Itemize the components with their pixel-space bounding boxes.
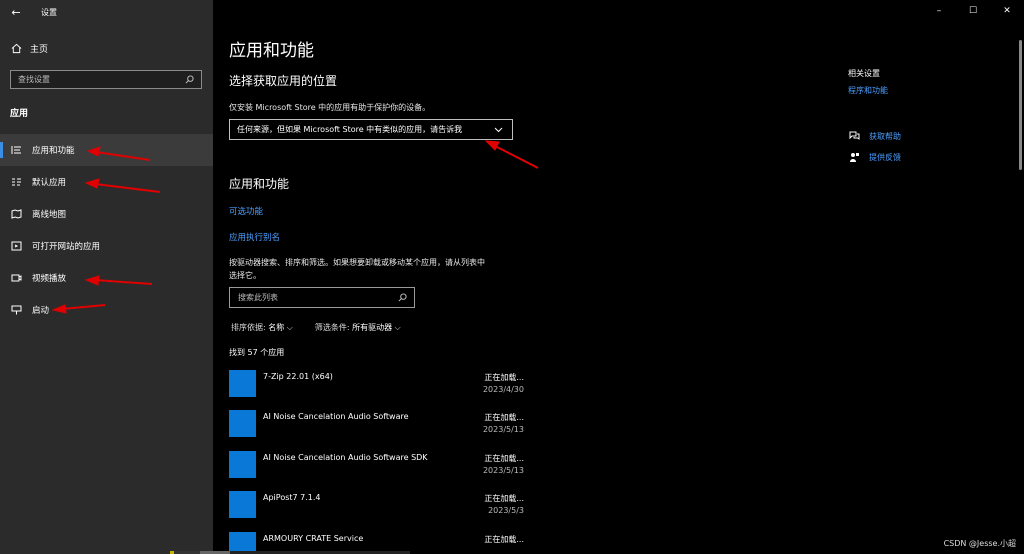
sidebar-item-startup[interactable]: 启动 <box>0 294 213 326</box>
app-install-date: 2023/5/3 <box>488 506 524 515</box>
app-source-dropdown[interactable]: 任何来源，但如果 Microsoft Store 中有类似的应用，请告诉我 <box>229 119 513 140</box>
offline-maps-icon <box>10 208 22 220</box>
sidebar-item-label: 离线地图 <box>32 210 67 220</box>
apps-description-line1: 按驱动器搜索、排序和筛选。如果想要卸载或移动某个应用，请从列表中 <box>229 258 485 267</box>
chevron-down-icon: ⌵ <box>286 323 293 332</box>
get-help-link[interactable]: 获取帮助 <box>848 130 901 142</box>
source-section-heading: 选择获取应用的位置 <box>229 74 338 88</box>
back-arrow-icon[interactable]: ← <box>0 0 32 24</box>
sidebar-section-label: 应用 <box>10 109 29 119</box>
app-tile-icon <box>229 370 256 397</box>
sort-dropdown[interactable]: 排序依据: 名称 ⌵ <box>231 322 293 333</box>
sidebar-item-offline-maps[interactable]: 离线地图 <box>0 198 213 230</box>
filter-value: 所有驱动器 <box>352 323 393 332</box>
app-status: 正在加载... <box>484 454 524 463</box>
app-list-item[interactable]: AI Noise Cancelation Audio Software 正在加载… <box>229 410 524 450</box>
sort-label: 排序依据: <box>231 323 266 332</box>
maximize-button[interactable]: ☐ <box>956 0 990 22</box>
app-list-item[interactable]: AI Noise Cancelation Audio Software SDK … <box>229 451 524 491</box>
optional-features-link[interactable]: 可选功能 <box>229 205 263 217</box>
app-install-date: 2023/5/13 <box>482 425 524 434</box>
list-filters: 排序依据: 名称 ⌵ 筛选条件: 所有驱动器 ⌵ <box>231 322 401 333</box>
app-list-search-input[interactable] <box>238 293 388 302</box>
app-execution-aliases-link[interactable]: 应用执行别名 <box>229 231 280 243</box>
app-install-date: 2023/5/13 <box>482 466 524 475</box>
give-feedback-link[interactable]: 提供反馈 <box>848 151 901 163</box>
minimize-button[interactable]: – <box>922 0 956 22</box>
related-settings-title: 相关设置 <box>848 69 880 78</box>
found-count: 找到 57 个应用 <box>229 348 285 357</box>
watermark: CSDN @Jesse.小超 <box>943 539 1016 548</box>
sidebar: ← 设置 主页 应用 应用和功能 默认应用 <box>0 0 213 554</box>
sidebar-nav: 应用和功能 默认应用 离线地图 可打开网站的应用 视频播放 启动 <box>0 134 213 326</box>
chevron-down-icon: ⌵ <box>394 323 401 332</box>
search-icon[interactable] <box>396 292 408 304</box>
app-status: 正在加载... <box>484 413 524 422</box>
chat-bubble-icon <box>848 130 860 142</box>
apps-section-description: 按驱动器搜索、排序和筛选。如果想要卸载或移动某个应用，请从列表中 选择它。 <box>229 256 485 282</box>
app-status: 正在加载... <box>484 494 524 503</box>
vertical-scrollbar[interactable] <box>1019 40 1022 170</box>
app-status: 正在加载... <box>484 535 524 544</box>
search-icon[interactable] <box>183 74 195 86</box>
home-label: 主页 <box>30 45 49 55</box>
app-status: 正在加载... <box>484 373 524 382</box>
filter-dropdown[interactable]: 筛选条件: 所有驱动器 ⌵ <box>315 322 401 333</box>
app-source-dropdown-value: 任何来源，但如果 Microsoft Store 中有类似的应用，请告诉我 <box>237 125 463 134</box>
app-install-date: 2023/4/30 <box>482 385 524 394</box>
apps-for-websites-icon <box>10 240 22 252</box>
settings-search-input[interactable] <box>18 75 178 84</box>
apps-description-line2: 选择它。 <box>229 271 261 280</box>
title-bar: ← 设置 <box>0 0 213 24</box>
settings-search-box[interactable] <box>10 70 202 89</box>
app-tile-icon <box>229 491 256 518</box>
feedback-person-icon <box>848 151 860 163</box>
main-content: – ☐ ✕ 应用和功能 选择获取应用的位置 仅安装 Microsoft Stor… <box>213 0 1024 554</box>
home-icon <box>10 43 22 55</box>
sidebar-item-label: 可打开网站的应用 <box>32 242 101 252</box>
sort-value: 名称 <box>268 323 285 332</box>
sidebar-item-label: 启动 <box>32 306 50 316</box>
programs-features-link[interactable]: 程序和功能 <box>848 85 888 96</box>
window-title: 设置 <box>41 7 57 17</box>
app-name: AI Noise Cancelation Audio Software SDK <box>263 453 428 462</box>
close-button[interactable]: ✕ <box>990 0 1024 22</box>
window-controls: – ☐ ✕ <box>922 0 1024 22</box>
sidebar-item-apps-features[interactable]: 应用和功能 <box>0 134 213 166</box>
sidebar-item-label: 视频播放 <box>32 274 67 284</box>
app-name: ApiPost7 7.1.4 <box>263 493 321 502</box>
sidebar-item-label: 默认应用 <box>32 178 67 188</box>
get-help-label: 获取帮助 <box>869 131 901 141</box>
page-title: 应用和功能 <box>229 41 314 61</box>
video-playback-icon <box>10 272 22 284</box>
app-name: 7-Zip 22.01 (x64) <box>263 372 333 381</box>
related-settings: 相关设置 程序和功能 <box>848 68 888 96</box>
startup-icon <box>10 304 22 316</box>
app-list-item[interactable]: 7-Zip 22.01 (x64) 正在加载... 2023/4/30 <box>229 370 524 410</box>
source-section-description: 仅安装 Microsoft Store 中的应用有助于保护你的设备。 <box>229 103 431 112</box>
home-link[interactable]: 主页 <box>10 42 48 55</box>
apps-section-heading: 应用和功能 <box>229 177 290 191</box>
app-list-item[interactable]: ApiPost7 7.1.4 正在加载... 2023/5/3 <box>229 491 524 531</box>
sidebar-item-video-playback[interactable]: 视频播放 <box>0 262 213 294</box>
app-tile-icon <box>229 410 256 437</box>
app-name: AI Noise Cancelation Audio Software <box>263 412 409 421</box>
give-feedback-label: 提供反馈 <box>869 152 901 162</box>
chevron-down-icon <box>492 124 504 136</box>
filter-label: 筛选条件: <box>314 323 350 332</box>
app-name: ARMOURY CRATE Service <box>263 534 364 543</box>
sidebar-item-apps-for-websites[interactable]: 可打开网站的应用 <box>0 230 213 262</box>
apps-list-icon <box>10 144 22 156</box>
default-apps-icon <box>10 176 22 188</box>
sidebar-item-label: 应用和功能 <box>32 146 75 156</box>
app-tile-icon <box>229 451 256 478</box>
app-list-search-box[interactable] <box>229 287 415 308</box>
sidebar-item-default-apps[interactable]: 默认应用 <box>0 166 213 198</box>
